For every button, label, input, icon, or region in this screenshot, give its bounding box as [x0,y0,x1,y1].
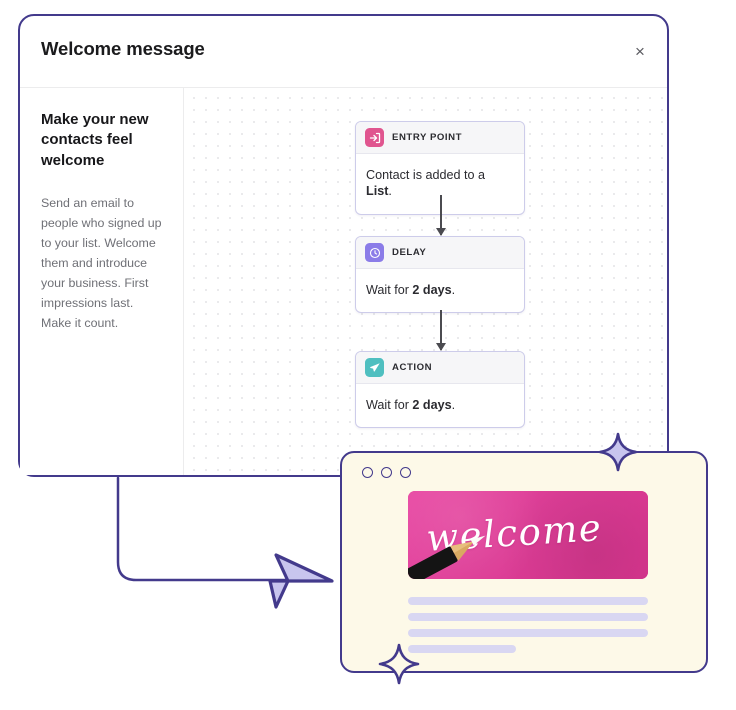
flow-node-action[interactable]: ACTION Wait for 2 days. [355,351,525,429]
node-text-suffix: . [451,283,456,297]
sidebar-description: Send an email to people who signed up to… [41,195,162,331]
flow-node-label: DELAY [392,247,427,258]
enter-arrow-icon [365,128,384,147]
sidebar-heading: Make your new contacts feel welcome [41,111,149,169]
modal-header: Welcome message × [20,16,667,88]
flow-node-header: ACTION [356,352,524,384]
screenshot-root: Welcome message × Make your new contacts… [0,0,736,710]
flow-node-body: Wait for 2 days. [356,269,524,312]
node-text-prefix: Contact is added to a [366,168,486,182]
node-text-strong: 2 days [412,283,452,297]
node-text-suffix: . [451,398,456,412]
window-dot [381,467,392,478]
paper-plane-icon [365,358,384,377]
close-icon[interactable]: × [627,38,653,64]
dart-arrow-icon [268,553,334,609]
flow-node-label: ENTRY POINT [392,132,463,143]
node-text-prefix: Wait for [366,398,413,412]
sidebar: Make your new contacts feel welcome Send… [20,88,184,475]
window-dots [362,467,411,478]
node-text-strong: List [366,184,389,199]
flow-node-label: ACTION [392,362,433,373]
clock-icon [365,243,384,262]
placeholder-bar [408,629,648,637]
sparkle-icon [378,643,420,685]
flow-node-header: ENTRY POINT [356,122,524,154]
flow-connector-2 [440,310,442,350]
flow-connector-1 [440,195,442,235]
email-preview-card[interactable]: welcome [340,451,708,673]
welcome-message-modal: Welcome message × Make your new contacts… [18,14,669,477]
flow-node-header: DELAY [356,237,524,269]
node-text-strong: 2 days [412,398,452,412]
flow-node-delay[interactable]: DELAY Wait for 2 days. [355,236,525,314]
placeholder-bar [408,597,648,605]
window-dot [400,467,411,478]
flow-canvas[interactable]: ENTRY POINT Contact is added to a List. … [184,88,667,475]
placeholder-bar [408,645,516,653]
page-title: Welcome message [41,38,205,59]
pencil-icon [408,535,486,579]
node-text-prefix: Wait for [366,283,413,297]
flow-node-body: Wait for 2 days. [356,384,524,427]
sparkle-icon [598,432,638,472]
placeholder-bar [408,613,648,621]
window-dot [362,467,373,478]
email-hero-image: welcome [408,491,648,579]
node-text-suffix: . [388,184,392,199]
